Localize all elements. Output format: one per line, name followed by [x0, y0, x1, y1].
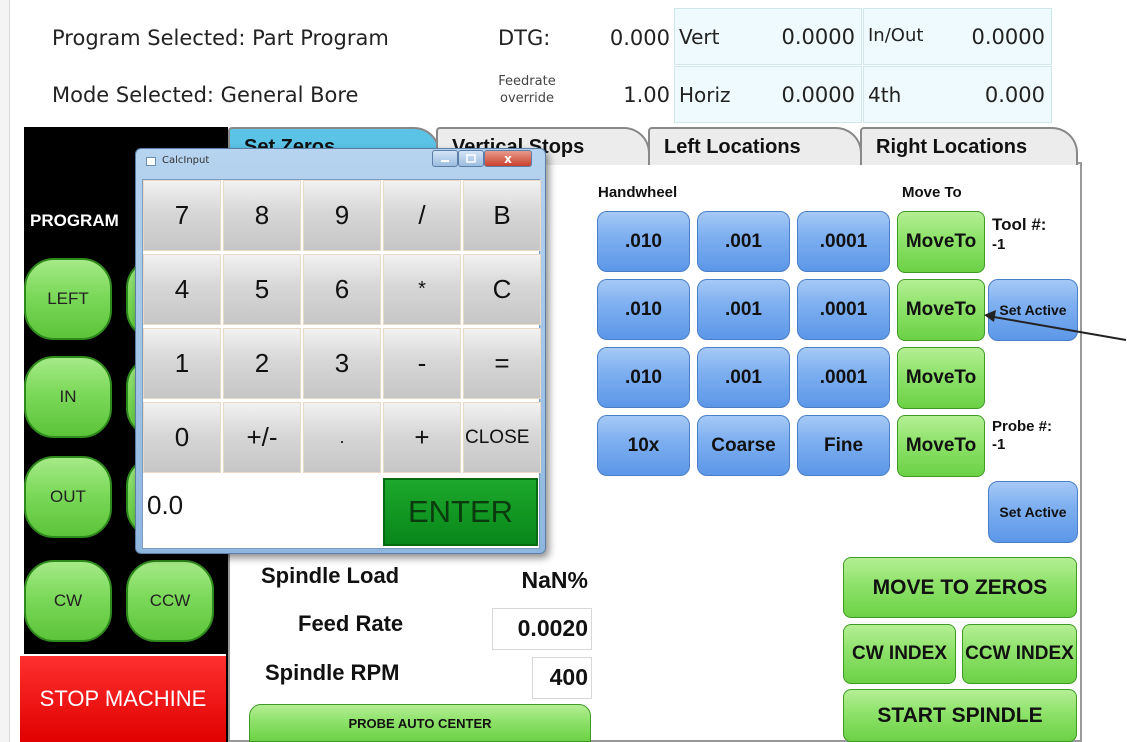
- handwheel-coarse-button[interactable]: Coarse: [697, 415, 790, 476]
- cw-button[interactable]: CW: [24, 560, 112, 642]
- spindle-rpm-label: Spindle RPM: [265, 660, 400, 685]
- program-label: PROGRAM: [30, 211, 119, 230]
- key-9[interactable]: 9: [303, 180, 381, 251]
- key-2[interactable]: 2: [223, 328, 301, 399]
- calc-display-input[interactable]: 0.0: [143, 476, 381, 548]
- annotation-arrow-icon: [984, 310, 1127, 341]
- key-close[interactable]: CLOSE: [463, 402, 541, 473]
- key-decimal[interactable]: .: [303, 402, 381, 473]
- key-1[interactable]: 1: [143, 328, 221, 399]
- left-button[interactable]: LEFT: [24, 258, 112, 340]
- handwheel-row1-0001[interactable]: .0001: [797, 211, 890, 272]
- fourth-readout: 4th 0.000: [863, 66, 1052, 123]
- handwheel-row2-001[interactable]: .001: [697, 279, 790, 340]
- key-c[interactable]: C: [463, 254, 541, 325]
- feed-rate-value: 0.0020: [517, 615, 588, 641]
- handwheel-row3-001[interactable]: .001: [697, 347, 790, 408]
- move-to-button-3[interactable]: MoveTo: [897, 347, 985, 409]
- set-active-probe-button[interactable]: Set Active: [988, 481, 1078, 543]
- key-0[interactable]: 0: [143, 402, 221, 473]
- probe-auto-center-button[interactable]: PROBE AUTO CENTER: [249, 704, 591, 742]
- key-7[interactable]: 7: [143, 180, 221, 251]
- calc-body: 7 8 9 / B 4 5 6 * C 1 2 3 - = 0 +/- . + …: [142, 179, 541, 549]
- spindle-rpm-value: 400: [549, 664, 588, 690]
- tool-number-label: Tool #:: [992, 215, 1047, 234]
- enter-button[interactable]: ENTER: [383, 478, 538, 546]
- calc-dialog-title: CalcInput: [162, 155, 210, 166]
- key-4[interactable]: 4: [143, 254, 221, 325]
- key-6[interactable]: 6: [303, 254, 381, 325]
- key-b[interactable]: B: [463, 180, 541, 251]
- fourth-label: 4th: [868, 83, 902, 107]
- vert-value: 0.0000: [781, 25, 855, 49]
- minimize-icon[interactable]: [432, 150, 458, 167]
- window-left-edge: [0, 0, 10, 742]
- spindle-load-value: NaN%: [521, 567, 588, 593]
- horiz-value: 0.0000: [781, 83, 855, 107]
- probe-number-label: Probe #:: [992, 418, 1053, 435]
- in-button[interactable]: IN: [24, 356, 112, 438]
- ccw-button[interactable]: CCW: [126, 560, 214, 642]
- key-minus[interactable]: -: [383, 328, 461, 399]
- tool-number-value: -1: [992, 236, 1006, 253]
- key-8[interactable]: 8: [223, 180, 301, 251]
- inout-label: In/Out: [868, 25, 924, 46]
- move-to-button-1[interactable]: MoveTo: [897, 211, 985, 273]
- feedrate-override-label: Feedrate override: [498, 74, 556, 106]
- inout-value: 0.0000: [971, 25, 1045, 49]
- tab-left-locations[interactable]: Left Locations: [648, 127, 862, 165]
- vert-readout: Vert 0.0000: [674, 8, 862, 65]
- tab-right-locations[interactable]: Right Locations: [860, 127, 1078, 165]
- calc-input-dialog: CalcInput x 7 8 9 / B 4 5 6 * C 1 2 3 - …: [135, 148, 546, 554]
- spindle-load-label: Spindle Load: [261, 563, 400, 588]
- ccw-index-button[interactable]: CCW INDEX: [962, 624, 1077, 684]
- program-selected-text: Program Selected: Part Program: [52, 26, 389, 50]
- horiz-readout: Horiz 0.0000: [674, 66, 862, 123]
- window-close-icon[interactable]: x: [484, 150, 532, 167]
- move-to-zeros-button[interactable]: MOVE TO ZEROS: [843, 557, 1077, 618]
- start-spindle-button[interactable]: START SPINDLE: [843, 689, 1077, 742]
- feed-rate-label: Feed Rate: [298, 611, 404, 636]
- key-plus-minus[interactable]: +/-: [223, 402, 301, 473]
- handwheel-row1-010[interactable]: .010: [597, 211, 690, 272]
- mode-selected-text: Mode Selected: General Bore: [52, 83, 359, 107]
- handwheel-row3-010[interactable]: .010: [597, 347, 690, 408]
- handwheel-row2-0001[interactable]: .0001: [797, 279, 890, 340]
- dtg-label: DTG:: [498, 26, 551, 50]
- key-5[interactable]: 5: [223, 254, 301, 325]
- handwheel-row3-0001[interactable]: .0001: [797, 347, 890, 408]
- key-3[interactable]: 3: [303, 328, 381, 399]
- move-to-button-4[interactable]: MoveTo: [897, 415, 985, 477]
- handwheel-fine-button[interactable]: Fine: [797, 415, 890, 476]
- dtg-value: 0.000: [609, 26, 670, 50]
- key-divide[interactable]: /: [383, 180, 461, 251]
- handwheel-label: Handwheel: [598, 184, 678, 201]
- cw-index-button[interactable]: CW INDEX: [843, 624, 956, 684]
- key-multiply[interactable]: *: [383, 254, 461, 325]
- maximize-icon[interactable]: [458, 150, 484, 167]
- fourth-value: 0.000: [984, 83, 1045, 107]
- feedrate-override-value: 1.00: [623, 83, 670, 107]
- inout-readout: In/Out 0.0000: [863, 8, 1052, 65]
- probe-number-value: -1: [992, 436, 1006, 453]
- key-equals[interactable]: =: [463, 328, 541, 399]
- stop-machine-button[interactable]: STOP MACHINE: [20, 654, 226, 742]
- handwheel-10x-button[interactable]: 10x: [597, 415, 690, 476]
- move-to-button-2[interactable]: MoveTo: [897, 279, 985, 341]
- key-plus[interactable]: +: [383, 402, 461, 473]
- handwheel-row2-010[interactable]: .010: [597, 279, 690, 340]
- window-app-icon: [146, 157, 156, 166]
- move-to-label: Move To: [902, 184, 962, 201]
- vert-label: Vert: [679, 25, 720, 49]
- out-button[interactable]: OUT: [24, 456, 112, 538]
- handwheel-row1-001[interactable]: .001: [697, 211, 790, 272]
- horiz-label: Horiz: [679, 83, 731, 107]
